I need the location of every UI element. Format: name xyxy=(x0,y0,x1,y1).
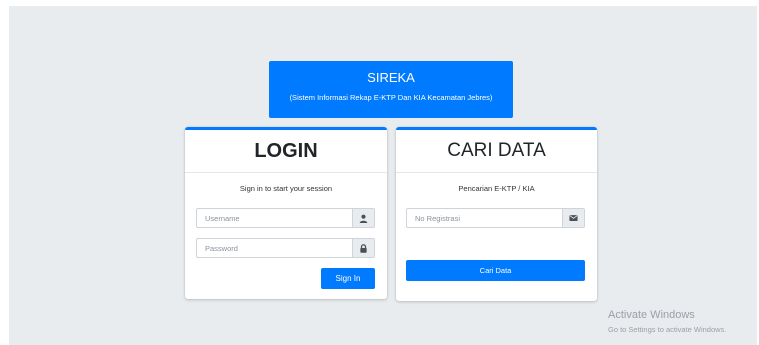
envelope-icon xyxy=(562,209,584,227)
app-title: SIREKA xyxy=(367,70,415,85)
watermark-title: Activate Windows xyxy=(608,309,695,321)
sign-in-button[interactable]: Sign In xyxy=(321,268,375,289)
search-card-title: CARI DATA xyxy=(396,130,597,173)
watermark-subtitle: Go to Settings to activate Windows. xyxy=(608,325,727,334)
registration-field xyxy=(406,208,585,228)
lock-icon xyxy=(352,239,374,257)
password-input[interactable] xyxy=(197,239,352,257)
windows-activation-watermark: Activate Windows Go to Settings to activ… xyxy=(608,309,726,335)
user-icon xyxy=(352,209,374,227)
username-input[interactable] xyxy=(197,209,352,227)
registration-number-input[interactable] xyxy=(407,209,562,227)
password-field xyxy=(196,238,375,258)
login-card-title: LOGIN xyxy=(185,130,387,173)
search-card: CARI DATA Pencarian E-KTP / KIA Cari Dat… xyxy=(396,127,597,301)
username-field xyxy=(196,208,375,228)
login-message: Sign in to start your session xyxy=(239,184,333,193)
login-card: LOGIN Sign in to start your session Sign… xyxy=(185,127,387,299)
app-subtitle: (Sistem Informasi Rekap E-KTP Dan KIA Ke… xyxy=(289,93,493,102)
search-data-button[interactable]: Cari Data xyxy=(406,260,585,281)
search-message: Pencarian E-KTP / KIA xyxy=(458,184,535,193)
app-header-banner: SIREKA (Sistem Informasi Rekap E-KTP Dan… xyxy=(269,61,513,118)
